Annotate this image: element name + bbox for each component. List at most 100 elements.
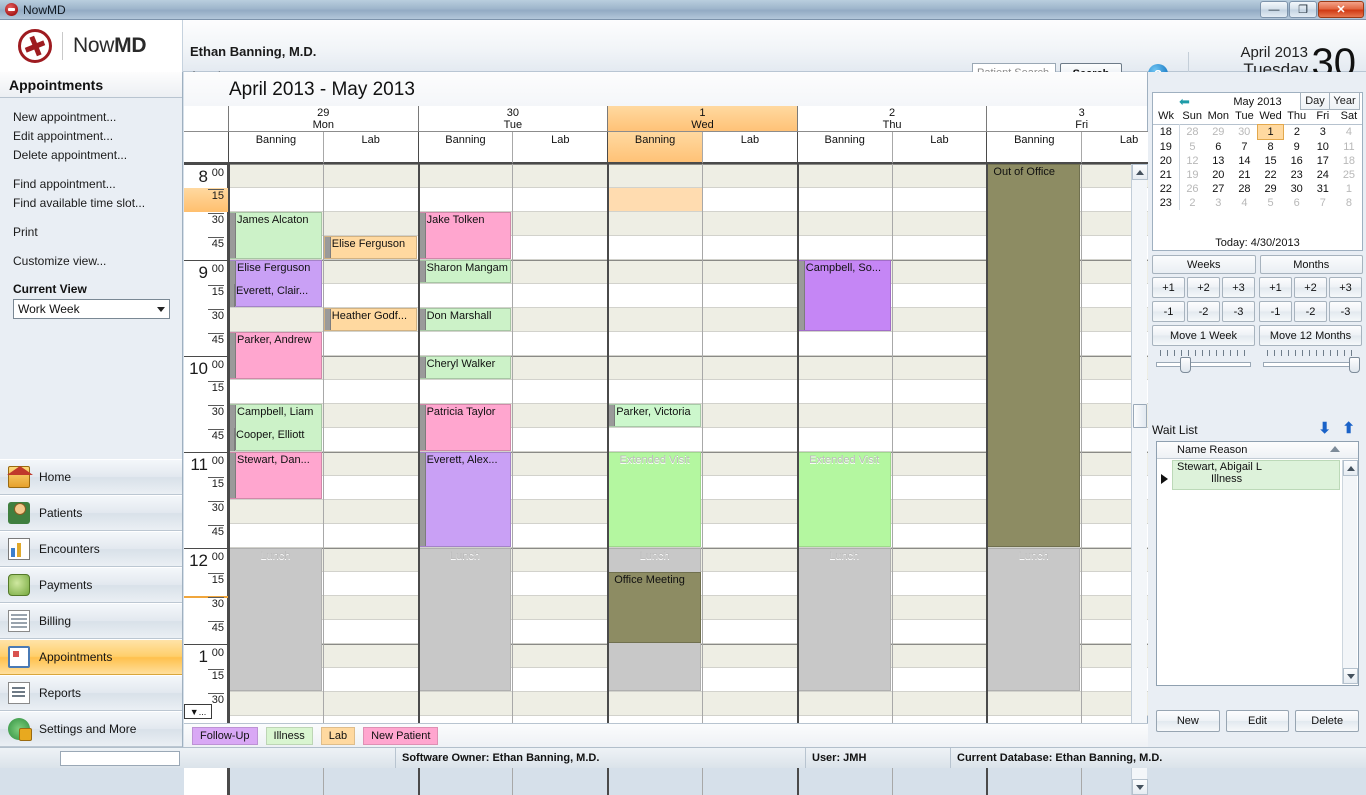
calendar-cell[interactable] — [892, 572, 987, 596]
calendar-column[interactable]: Out of OfficeLunch — [986, 164, 1081, 795]
calendar-cell[interactable] — [607, 428, 702, 452]
sidebar-action-find-appointment[interactable]: Find appointment... — [13, 175, 182, 193]
calendar-block[interactable]: Extended Visit — [608, 452, 701, 547]
calendar-cell[interactable] — [512, 644, 607, 668]
sidebar-item-settings-and-more[interactable]: Settings and More — [0, 711, 182, 747]
appointment[interactable]: Cooper, Elliott — [229, 428, 322, 451]
calendar-cell[interactable] — [892, 620, 987, 644]
mini-calendar-day[interactable]: 30 — [1284, 182, 1310, 196]
calendar-cell[interactable] — [323, 620, 418, 644]
calendar-cell[interactable] — [512, 404, 607, 428]
calendar-cell[interactable] — [892, 260, 987, 284]
calendar-cell[interactable] — [892, 644, 987, 668]
calendar-cell[interactable] — [512, 572, 607, 596]
calendar-scrollbar[interactable] — [1131, 164, 1147, 795]
mini-calendar-day[interactable]: 13 — [1205, 154, 1231, 168]
sort-ascending-icon[interactable] — [1330, 446, 1340, 452]
mini-calendar-day[interactable]: 9 — [1284, 140, 1310, 155]
time-slot-label[interactable]: 15 — [184, 572, 228, 596]
calendar-cell[interactable] — [702, 692, 797, 716]
mini-calendar-day[interactable]: 8 — [1336, 196, 1362, 210]
mini-calendar-day[interactable]: 5 — [1179, 140, 1205, 155]
wait-list-scrollbar[interactable] — [1342, 460, 1357, 684]
mini-calendar-day[interactable]: 27 — [1205, 182, 1231, 196]
calendar-cell[interactable] — [797, 404, 892, 428]
appointment[interactable]: Cheryl Walker — [419, 356, 512, 379]
appointment[interactable]: Jake Tolken — [419, 212, 512, 259]
mini-calendar-day[interactable]: 4 — [1336, 125, 1362, 140]
calendar-block[interactable]: Lunch — [987, 548, 1080, 691]
calendar-cell[interactable] — [892, 380, 987, 404]
calendar-cell[interactable] — [512, 188, 607, 212]
close-button[interactable]: ✕ — [1318, 1, 1364, 18]
weeks-slider[interactable] — [1152, 350, 1255, 374]
calendar-cell[interactable] — [228, 500, 323, 524]
resource-column-header[interactable]: Banning — [418, 132, 513, 164]
calendar-cell[interactable] — [702, 212, 797, 236]
mini-calendar-day[interactable]: 2 — [1179, 196, 1205, 210]
mini-calendar-week-number[interactable]: 19 — [1153, 140, 1179, 155]
calendar-cell[interactable] — [702, 380, 797, 404]
calendar-cell[interactable] — [702, 572, 797, 596]
mini-calendar-day[interactable]: 20 — [1205, 168, 1231, 182]
weeks-plus-1-button[interactable]: +1 — [1152, 277, 1185, 298]
calendar-cell[interactable] — [797, 164, 892, 188]
calendar-cell[interactable] — [512, 380, 607, 404]
months-plus-3-button[interactable]: +3 — [1329, 277, 1362, 298]
calendar-cell[interactable] — [797, 692, 892, 716]
mini-calendar-day[interactable]: 1 — [1336, 182, 1362, 196]
time-slot-label[interactable]: 30 — [184, 596, 228, 620]
calendar-cell[interactable] — [892, 164, 987, 188]
calendar-cell[interactable] — [607, 236, 702, 260]
resource-column-header[interactable]: Banning — [986, 132, 1081, 164]
calendar-column[interactable]: Extended VisitLunchOffice MeetingParker,… — [607, 164, 702, 795]
mini-calendar-day[interactable]: 29 — [1205, 125, 1231, 140]
calendar-cell[interactable] — [892, 476, 987, 500]
current-view-select[interactable]: Work Week — [13, 299, 170, 319]
mini-calendar-week-number[interactable]: 18 — [1153, 125, 1179, 140]
scrollbar-thumb[interactable] — [1133, 404, 1147, 428]
calendar-cell[interactable] — [702, 644, 797, 668]
time-slot-label[interactable]: 15 — [184, 380, 228, 404]
wait-list-delete-button[interactable]: Delete — [1295, 710, 1359, 732]
calendar-cell[interactable] — [702, 284, 797, 308]
resource-column-header[interactable]: Lab — [892, 132, 987, 164]
calendar-cell[interactable] — [323, 356, 418, 380]
minimize-button[interactable]: — — [1260, 1, 1288, 18]
calendar-cell[interactable] — [797, 188, 892, 212]
calendar-cell[interactable] — [323, 380, 418, 404]
resource-column-header[interactable]: Banning — [228, 132, 323, 164]
mini-calendar-day[interactable]: 26 — [1179, 182, 1205, 196]
appointment[interactable]: Sharon Mangam — [419, 260, 512, 283]
appointment[interactable]: Parker, Andrew — [229, 332, 322, 379]
weeks-plus-3-button[interactable]: +3 — [1222, 277, 1255, 298]
calendar-cell[interactable] — [892, 356, 987, 380]
wait-list-row[interactable]: Stewart, Abigail L Illness — [1172, 460, 1340, 490]
mini-calendar-day[interactable]: 18 — [1336, 154, 1362, 168]
calendar-cell[interactable] — [892, 236, 987, 260]
calendar-cell[interactable] — [702, 548, 797, 572]
calendar-block[interactable]: Lunch — [229, 548, 322, 691]
calendar-grid[interactable]: 8001530459001530451000153045110015304512… — [184, 164, 1148, 795]
calendar-cell[interactable] — [607, 380, 702, 404]
calendar-cell[interactable] — [702, 188, 797, 212]
mini-calendar-day[interactable]: 16 — [1284, 154, 1310, 168]
appointment[interactable]: Don Marshall — [419, 308, 512, 331]
mini-calendar-day[interactable]: 25 — [1336, 168, 1362, 182]
calendar-cell[interactable] — [418, 284, 513, 308]
calendar-cell[interactable] — [418, 332, 513, 356]
calendar-cell[interactable] — [797, 212, 892, 236]
calendar-cell[interactable] — [607, 692, 702, 716]
sidebar-action-delete-appointment[interactable]: Delete appointment... — [13, 146, 182, 164]
calendar-cell[interactable] — [702, 428, 797, 452]
calendar-block[interactable]: Lunch — [419, 548, 512, 691]
months-slider-knob[interactable] — [1349, 357, 1360, 373]
mini-calendar-day[interactable]: 5 — [1258, 196, 1284, 210]
mini-calendar-day[interactable]: 4 — [1231, 196, 1257, 210]
calendar-cell[interactable] — [323, 212, 418, 236]
mini-calendar-day[interactable]: 28 — [1231, 182, 1257, 196]
calendar-cell[interactable] — [512, 260, 607, 284]
calendar-cell[interactable] — [512, 164, 607, 188]
mini-calendar-week-number[interactable]: 20 — [1153, 154, 1179, 168]
time-slot-label[interactable]: 30 — [184, 308, 228, 332]
